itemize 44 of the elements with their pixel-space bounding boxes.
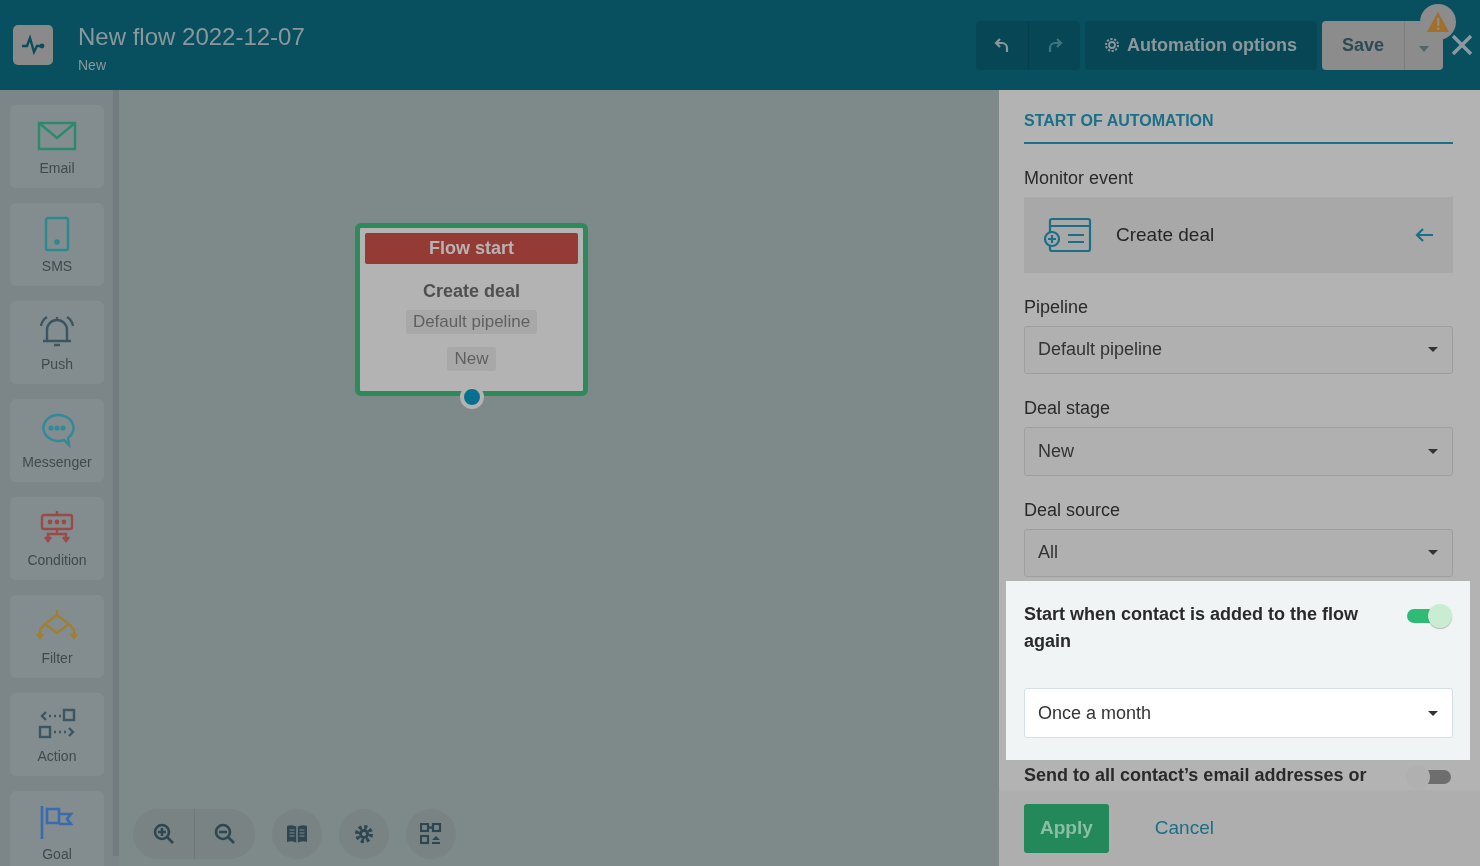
- book-icon[interactable]: [272, 809, 322, 859]
- dropdown-field[interactable]: Once a month: [1024, 688, 1453, 738]
- flow-start-node[interactable]: Flow start Create deal Default pipeline New: [355, 223, 588, 396]
- field-label: Deal source: [1024, 499, 1122, 521]
- flow-title: New flow 2022-12-07: [78, 23, 305, 51]
- node-tag: New: [447, 347, 496, 371]
- sidebar-item[interactable]: Action: [10, 693, 104, 776]
- automation-options-button[interactable]: Automation options: [1085, 20, 1317, 70]
- sidebar-item[interactable]: SMS: [10, 203, 104, 286]
- sidebar-item[interactable]: Filter: [10, 595, 104, 678]
- sidebar-item[interactable]: Goal: [10, 791, 104, 866]
- sidebar-item[interactable]: Push: [10, 301, 104, 384]
- caret-icon: [1428, 550, 1438, 556]
- caret-icon: [1428, 710, 1438, 716]
- event-selector[interactable]: Create deal: [1024, 197, 1453, 273]
- sidebar-item[interactable]: Messenger: [10, 399, 104, 482]
- toggle-label: Send to all contact’s email addresses or: [1024, 764, 1368, 787]
- sidebar-item[interactable]: Email: [10, 105, 104, 188]
- dropdown-field[interactable]: New: [1024, 427, 1453, 476]
- dropdown-field[interactable]: Default pipeline: [1024, 325, 1453, 375]
- sidebar-item[interactable]: Condition: [10, 497, 104, 580]
- cancel-link[interactable]: Cancel: [1154, 817, 1214, 839]
- field-label: Monitor event: [1024, 168, 1135, 189]
- apply-button[interactable]: Apply: [1024, 803, 1109, 853]
- pulse-logo-icon: [13, 25, 53, 65]
- back-arrow-icon: [1415, 227, 1433, 242]
- caret-icon: [1419, 45, 1429, 52]
- toggle-label: Start when contact is added to the flow again: [1024, 603, 1360, 653]
- node-header: Flow start: [365, 233, 578, 264]
- settings-icon[interactable]: [339, 809, 389, 859]
- gear-icon: [1103, 36, 1121, 54]
- dropdown-field[interactable]: All: [1024, 528, 1453, 577]
- caret-icon: [1428, 448, 1438, 454]
- node-title: Create deal: [422, 281, 521, 302]
- undo-arrow-icon: [993, 36, 1011, 54]
- field-label: Deal stage: [1024, 398, 1112, 420]
- save-button[interactable]: Save: [1322, 20, 1405, 70]
- flow-status: New: [78, 57, 107, 73]
- layout-icon[interactable]: [406, 809, 456, 859]
- toggle-switch[interactable]: [1405, 603, 1453, 629]
- node-tag: Default pipeline: [405, 310, 538, 334]
- section-title: START OF AUTOMATION: [1024, 90, 1453, 144]
- caret-icon: [1428, 347, 1438, 353]
- field-label: Pipeline: [1024, 296, 1090, 318]
